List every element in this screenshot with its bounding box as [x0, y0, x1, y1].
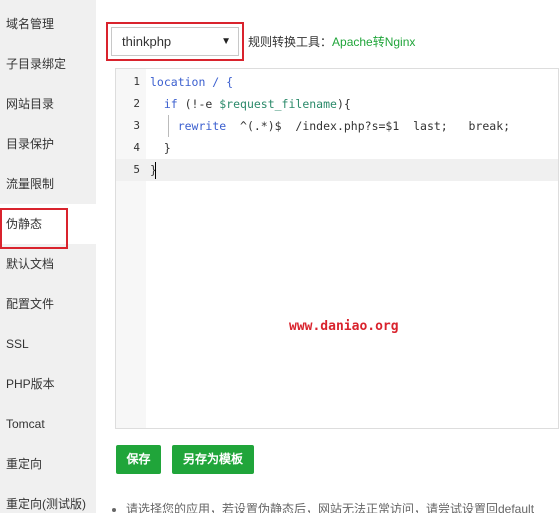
sidebar-item-redirect-beta[interactable]: 重定向(测试版): [0, 484, 96, 513]
save-as-template-button[interactable]: 另存为模板: [172, 445, 254, 474]
sidebar-item-subdir-bind[interactable]: 子目录绑定: [0, 44, 96, 84]
line-number: 2: [133, 97, 140, 110]
sidebar-item-redirect[interactable]: 重定向: [0, 444, 96, 484]
tip-text: 请选择您的应用，若设置伪静态后，网站无法正常访问，请尝试设置回default: [126, 502, 535, 513]
rewrite-template-select[interactable]: thinkphp ▼: [111, 27, 239, 56]
code-line: 1 location / {: [116, 71, 558, 93]
code-text: }: [150, 141, 171, 155]
code-text: location / {: [150, 75, 234, 89]
sidebar-item-default-doc[interactable]: 默认文档: [0, 244, 96, 284]
select-value: thinkphp: [122, 34, 172, 49]
sidebar: 域名管理 子目录绑定 网站目录 目录保护 流量限制 伪静态 默认文档 配置文件 …: [0, 0, 96, 513]
sidebar-item-rewrite[interactable]: 伪静态: [0, 204, 96, 244]
rule-convert-label: 规则转换工具：: [248, 35, 333, 49]
sidebar-item-ssl[interactable]: SSL: [0, 324, 96, 364]
code-editor[interactable]: 1 location / { 2 if (!-e $request_filena…: [115, 68, 559, 429]
code-text: rewrite ^(.*)$ /index.php?s=$1 last; bre…: [177, 119, 511, 133]
text-cursor: [155, 162, 156, 179]
sidebar-item-tomcat[interactable]: Tomcat: [0, 404, 96, 444]
rule-convert-tool: 规则转换工具：Apache转Nginx: [248, 33, 415, 50]
line-number: 3: [133, 119, 140, 132]
sidebar-item-dir-protect[interactable]: 目录保护: [0, 124, 96, 164]
line-number: 4: [133, 141, 140, 154]
sidebar-item-traffic-limit[interactable]: 流量限制: [0, 164, 96, 204]
line-number: 1: [133, 75, 140, 88]
code-text: if (!-e $request_filename){: [150, 97, 351, 111]
save-button[interactable]: 保存: [116, 445, 161, 474]
dropdown-arrow-icon: ▼: [221, 36, 231, 47]
sidebar-item-domain[interactable]: 域名管理: [0, 4, 96, 44]
sidebar-item-site-dir[interactable]: 网站目录: [0, 84, 96, 124]
code-line: 2 if (!-e $request_filename){: [116, 93, 558, 115]
apache-to-nginx-link[interactable]: Apache转Nginx: [332, 35, 415, 49]
bullet-icon: [112, 507, 116, 512]
code-line-active: 5 }: [116, 159, 558, 181]
code-line: 4 }: [116, 137, 558, 159]
code-line: 3 rewrite ^(.*)$ /index.php?s=$1 last; b…: [116, 115, 558, 137]
sidebar-item-php-version[interactable]: PHP版本: [0, 364, 96, 404]
watermark: www.daniao.org: [289, 319, 399, 334]
sidebar-item-config-file[interactable]: 配置文件: [0, 284, 96, 324]
line-number: 5: [133, 163, 140, 176]
tip-text-row: 请选择您的应用，若设置伪静态后，网站无法正常访问，请尝试设置回default: [112, 500, 559, 513]
select-highlight-box: thinkphp ▼: [106, 22, 244, 61]
